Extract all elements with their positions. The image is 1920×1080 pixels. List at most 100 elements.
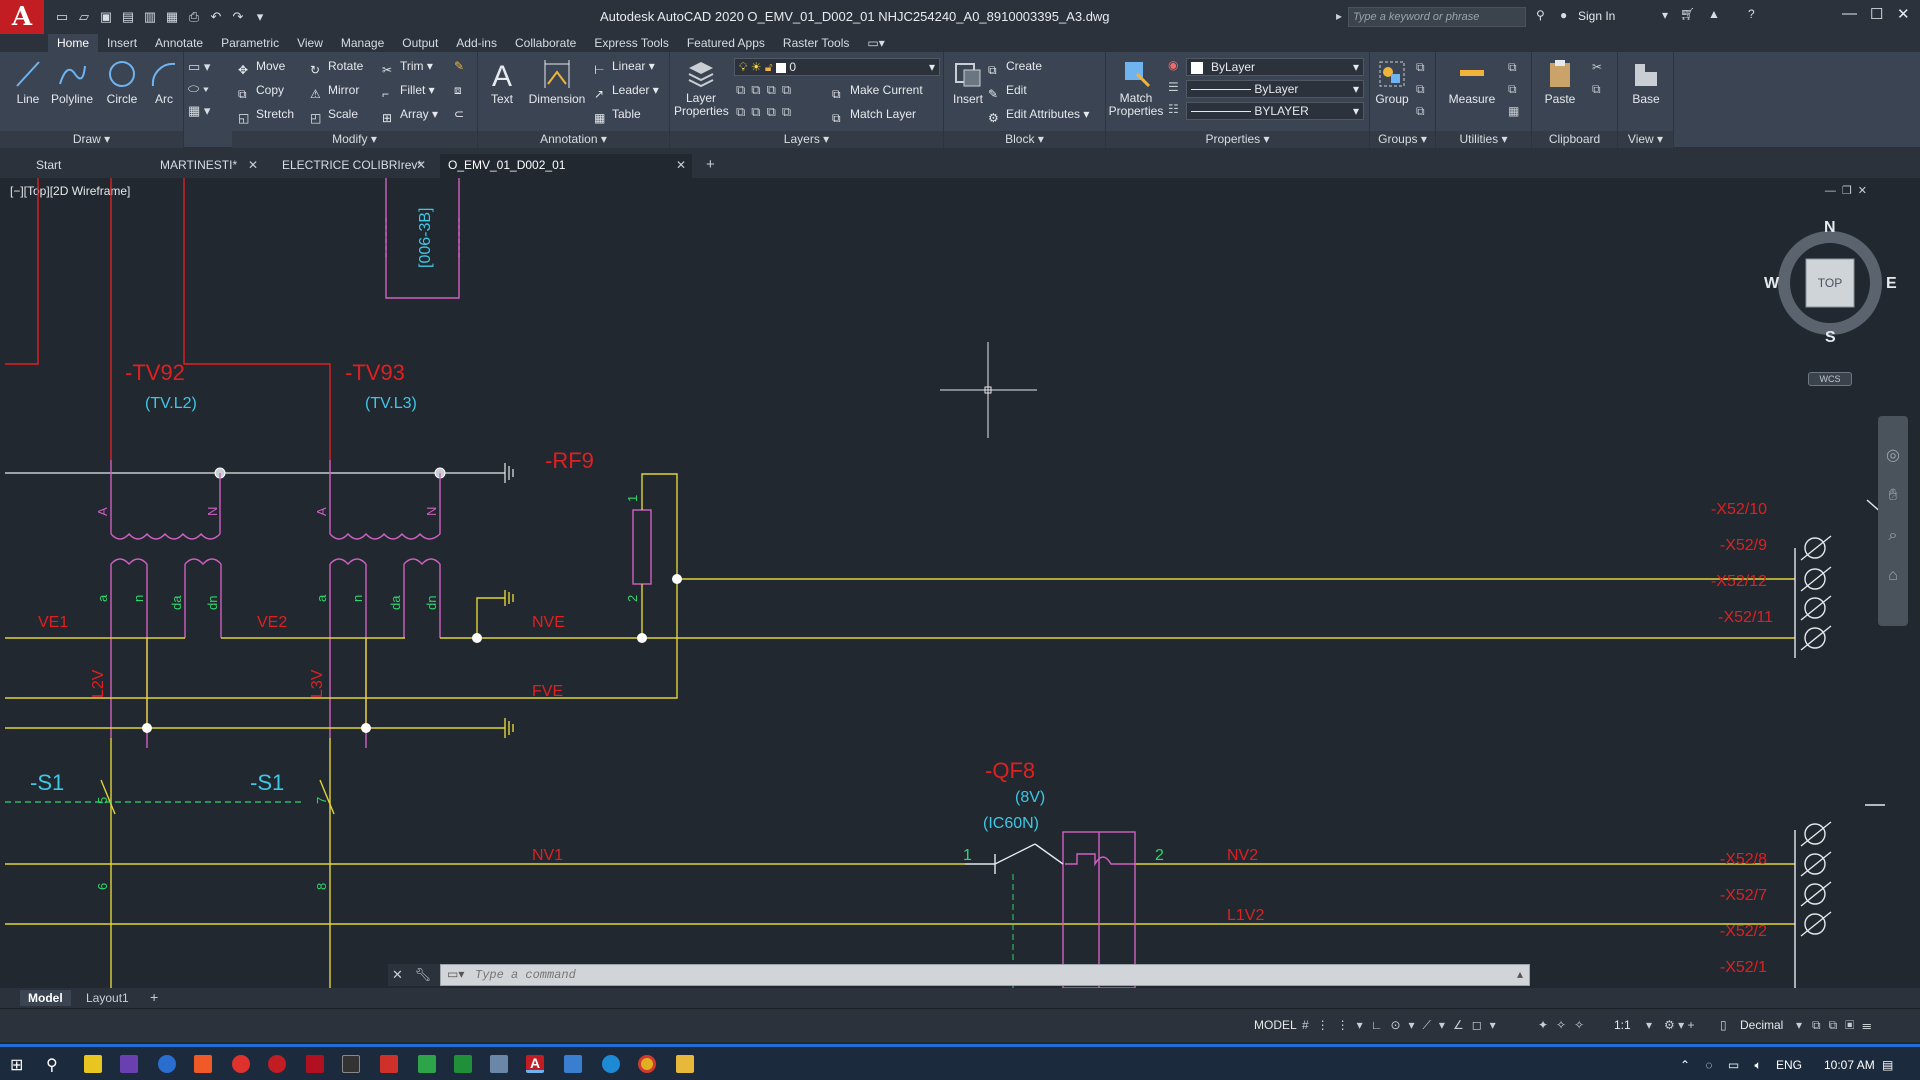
- color-dropdown[interactable]: ByLayer ▾: [1186, 58, 1364, 76]
- close-command-line-icon[interactable]: ✕: [392, 967, 403, 982]
- close-tab-icon[interactable]: ✕: [676, 154, 686, 176]
- match-layer-button[interactable]: ⧉ Match Layer: [832, 104, 916, 125]
- clipboard-small-tools[interactable]: ✂ ⧉: [1592, 56, 1602, 100]
- ribbon-tab-home[interactable]: Home: [48, 34, 99, 52]
- search-arrow-icon[interactable]: ▸: [1336, 9, 1342, 23]
- layer-dropdown[interactable]: 💡︎ ☀ 🔓︎ 0 ▾: [734, 58, 940, 76]
- block-panel-label[interactable]: Block ▾: [944, 131, 1105, 148]
- app-icon-11[interactable]: [490, 1055, 508, 1073]
- open-file-icon[interactable]: ▱: [76, 9, 92, 25]
- file-tab-active[interactable]: O_EMV_01_D002_01 ...A0_8910003395_A3*✕: [440, 154, 692, 194]
- app-icon-5[interactable]: [268, 1055, 286, 1073]
- linear-button[interactable]: ⊢ Linear ▾: [594, 56, 655, 77]
- measure-button[interactable]: Measure: [1442, 58, 1502, 106]
- redo-icon[interactable]: ↷: [230, 9, 246, 25]
- erase-icon[interactable]: ✎: [454, 56, 464, 76]
- sign-in-button[interactable]: Sign In: [1578, 9, 1615, 23]
- insert-button[interactable]: Insert: [948, 58, 988, 106]
- ribbon-tab-view[interactable]: View: [288, 34, 332, 52]
- units-dropdown[interactable]: Decimal: [1740, 1018, 1783, 1032]
- save-icon[interactable]: ▣: [98, 9, 114, 25]
- workspace-gear-icon[interactable]: ⚙ ▾ +: [1664, 1018, 1694, 1032]
- undo-icon[interactable]: ↶: [208, 9, 224, 25]
- help-icon[interactable]: ?: [1748, 7, 1755, 21]
- save-to-web-icon[interactable]: ▦: [164, 9, 180, 25]
- stretch-button[interactable]: ◱ Stretch: [238, 104, 294, 125]
- app-icon-9[interactable]: [418, 1055, 436, 1073]
- group-button[interactable]: Group: [1372, 58, 1412, 106]
- ribbon-tab-featured-apps[interactable]: Featured Apps: [678, 34, 774, 52]
- edit-attributes-button[interactable]: ⚙ Edit Attributes ▾: [988, 104, 1089, 125]
- table-button[interactable]: ▦ Table: [594, 104, 641, 125]
- nav-tools-icon[interactable]: ◎ ✋︎ ⌕ ⌂: [1878, 436, 1908, 596]
- groups-panel-label[interactable]: Groups ▾: [1370, 131, 1435, 148]
- text-button[interactable]: A Text: [486, 58, 518, 106]
- ellipse-icon[interactable]: ⬭ ▾: [188, 78, 210, 100]
- drafting-toggles[interactable]: #⋮⋮▾∟⊙▾⟋▾∠◻▾: [1302, 1018, 1504, 1033]
- file-explorer-icon[interactable]: [676, 1055, 694, 1073]
- layer-properties-button[interactable]: Layer Properties: [674, 58, 729, 118]
- scale-button[interactable]: ◰ Scale: [310, 104, 358, 125]
- new-file-icon[interactable]: ▭: [54, 9, 70, 25]
- chevron-down-icon[interactable]: ▾: [1796, 1018, 1802, 1032]
- open-from-web-icon[interactable]: ▥: [142, 9, 158, 25]
- rotate-button[interactable]: ↻ Rotate: [310, 56, 363, 77]
- app-icon-10[interactable]: [454, 1055, 472, 1073]
- close-tab-icon[interactable]: ✕: [248, 154, 258, 176]
- clock[interactable]: 10:07 AM: [1824, 1058, 1875, 1072]
- close-icon[interactable]: ✕: [1897, 5, 1910, 23]
- viewcube[interactable]: N S E W TOP: [1764, 219, 1897, 346]
- model-space-toggle[interactable]: MODEL: [1254, 1018, 1297, 1032]
- help-search-input[interactable]: Type a keyword or phrase: [1348, 7, 1526, 27]
- file-tab-electrice[interactable]: ELECTRICE COLIBRIrev* ✕: [274, 154, 432, 178]
- customize-icon[interactable]: 🔧︎: [415, 967, 432, 982]
- bulb-icon[interactable]: 💡︎: [739, 60, 747, 74]
- minimize-icon[interactable]: —: [1842, 5, 1857, 22]
- autocad-logo-icon[interactable]: A: [0, 0, 44, 34]
- app-icon-6[interactable]: [306, 1055, 324, 1073]
- command-history-icon[interactable]: ▭▾: [447, 967, 464, 981]
- chevron-down-icon[interactable]: ▾: [1646, 1018, 1652, 1032]
- rectangle-icon[interactable]: ▭ ▾: [188, 56, 210, 78]
- line-button[interactable]: Line: [10, 58, 46, 106]
- sun-icon[interactable]: ☀: [751, 60, 762, 74]
- maximize-icon[interactable]: ☐: [1870, 5, 1883, 23]
- arc-button[interactable]: Arc: [148, 58, 180, 106]
- customize-qat-icon[interactable]: ▾: [252, 9, 268, 25]
- ribbon-tab-add-ins[interactable]: Add-ins: [447, 34, 506, 52]
- navigation-bar[interactable]: ◎ ✋︎ ⌕ ⌂: [1878, 416, 1908, 626]
- viewcube-top-face[interactable]: TOP: [1806, 276, 1854, 290]
- wcs-menu[interactable]: WCS: [1808, 372, 1852, 386]
- ribbon-tab-insert[interactable]: Insert: [98, 34, 146, 52]
- linetype-icon[interactable]: ☰: [1168, 80, 1179, 94]
- windows-start-icon[interactable]: ⊞: [10, 1055, 28, 1074]
- copy-button[interactable]: ⧉ Copy: [238, 80, 284, 101]
- annotation-toggles[interactable]: ✦✧✧: [1538, 1018, 1592, 1032]
- polyline-button[interactable]: Polyline: [48, 58, 96, 106]
- compass-east[interactable]: E: [1886, 275, 1897, 293]
- app-icon-3[interactable]: [194, 1055, 212, 1073]
- autodesk-app-icon[interactable]: ▲: [1708, 7, 1720, 21]
- save-as-icon[interactable]: ▤: [120, 9, 136, 25]
- ribbon-tab-collaborate[interactable]: Collaborate: [506, 34, 585, 52]
- draw-panel-label[interactable]: Draw ▾: [0, 131, 183, 148]
- command-input[interactable]: [475, 967, 1375, 983]
- lineweight-dropdown[interactable]: BYLAYER ▾: [1186, 102, 1364, 120]
- binoculars-icon[interactable]: ⚲: [1536, 8, 1545, 22]
- close-tab-icon[interactable]: ✕: [416, 154, 426, 176]
- layer-tools-row1[interactable]: ⧉⧉⧉⧉: [736, 82, 797, 98]
- create-block-button[interactable]: ⧉ Create: [988, 56, 1042, 77]
- notifications-icon[interactable]: ▤: [1882, 1058, 1893, 1072]
- base-button[interactable]: Base: [1626, 58, 1666, 106]
- match-properties-button[interactable]: Match Properties: [1108, 58, 1164, 118]
- color-wheel-icon[interactable]: ◉: [1168, 58, 1178, 72]
- edit-block-button[interactable]: ✎ Edit: [988, 80, 1027, 101]
- layers-panel-label[interactable]: Layers ▾: [670, 131, 943, 148]
- leader-button[interactable]: ↗ Leader ▾: [594, 80, 659, 101]
- group-small-tools[interactable]: ⧉ ⧉ ⧉: [1416, 56, 1425, 122]
- hatch-icon[interactable]: ▦ ▾: [188, 100, 210, 122]
- drawing-canvas[interactable]: [−][Top][2D Wireframe] —❐✕ -TV92 -TV93 -…: [5, 178, 1885, 988]
- lock-icon[interactable]: 🔓︎: [765, 60, 773, 74]
- utilities-panel-label[interactable]: Utilities ▾: [1436, 131, 1531, 148]
- modify-panel-label[interactable]: Modify ▾: [232, 131, 477, 148]
